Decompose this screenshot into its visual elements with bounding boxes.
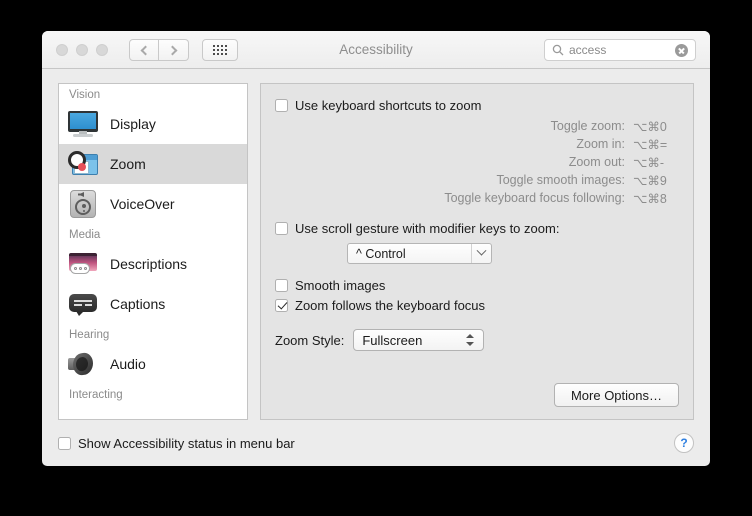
window-body: Vision Display Zoom VoiceOver Media Desc… (42, 69, 710, 420)
sidebar-group-hearing: Hearing (69, 329, 110, 341)
sidebar-item-label: Audio (110, 356, 146, 372)
sidebar-item-display[interactable]: Display (59, 104, 247, 144)
modifier-key-value: ^ Control (356, 246, 406, 261)
sidebar-item-label: Descriptions (110, 256, 188, 272)
search-input[interactable] (569, 43, 667, 57)
window-titlebar: Accessibility (42, 31, 710, 69)
smooth-images-row[interactable]: Smooth images (275, 278, 679, 293)
shortcut-keys: ⌥⌘= (633, 137, 668, 152)
shortcut-row: Toggle smooth images: ⌥⌘9 (275, 171, 679, 189)
show-status-menubar-checkbox[interactable] (58, 436, 71, 450)
shortcut-keys: ⌥⌘9 (633, 173, 667, 188)
shortcut-keys: ⌥⌘0 (633, 119, 667, 134)
chevron-down-icon[interactable] (471, 244, 491, 263)
sidebar-group-media: Media (69, 229, 101, 241)
search-field[interactable] (544, 39, 696, 61)
shortcut-keys: ⌥⌘- (633, 155, 665, 170)
shortcut-list: Toggle zoom: ⌥⌘0 Zoom in: ⌥⌘= Zoom out: … (275, 117, 679, 207)
sidebar-item-label: Captions (110, 296, 166, 312)
audio-speaker-icon (67, 348, 99, 380)
use-keyboard-shortcuts-checkbox[interactable] (275, 99, 288, 112)
sidebar-item-label: VoiceOver (110, 196, 175, 212)
zoom-settings-panel: Use keyboard shortcuts to zoom Toggle zo… (260, 83, 694, 420)
sidebar-item-audio[interactable]: Audio (59, 344, 247, 384)
shortcut-name: Toggle smooth images: (496, 173, 625, 187)
show-status-menubar-label: Show Accessibility status in menu bar (78, 435, 295, 451)
sidebar-item-zoom[interactable]: Zoom (59, 144, 247, 184)
help-button[interactable]: ? (674, 433, 694, 453)
shortcut-name: Toggle keyboard focus following: (444, 191, 625, 205)
zoom-style-popup-button[interactable]: Fullscreen (353, 329, 485, 351)
smooth-images-label: Smooth images (295, 278, 386, 293)
zoom-style-row: Zoom Style: Fullscreen (275, 329, 679, 351)
sidebar-group-interacting: Interacting (69, 389, 123, 401)
display-monitor-icon (67, 108, 99, 140)
shortcut-row: Toggle keyboard focus following: ⌥⌘8 (275, 189, 679, 207)
zoom-magnifier-icon (67, 148, 99, 180)
use-scroll-gesture-label: Use scroll gesture with modifier keys to… (295, 221, 560, 236)
sidebar-item-captions[interactable]: Captions (59, 284, 247, 324)
shortcut-name: Toggle zoom: (550, 119, 625, 133)
use-scroll-gesture-checkbox[interactable] (275, 222, 288, 235)
sidebar-item-label: Zoom (110, 156, 146, 172)
shortcut-row: Zoom out: ⌥⌘- (275, 153, 679, 171)
more-options-button[interactable]: More Options… (554, 383, 679, 407)
window-footer: Show Accessibility status in menu bar ? (42, 420, 710, 466)
shortcut-keys: ⌥⌘8 (633, 191, 667, 206)
voiceover-icon (67, 188, 99, 220)
zoom-follows-focus-label: Zoom follows the keyboard focus (295, 298, 486, 313)
shortcut-row: Zoom in: ⌥⌘= (275, 135, 679, 153)
zoom-follows-focus-row[interactable]: Zoom follows the keyboard focus (275, 298, 679, 313)
zoom-style-value: Fullscreen (362, 332, 423, 348)
system-preferences-window: Accessibility Vision Display (42, 31, 710, 466)
zoom-style-label: Zoom Style: (275, 332, 345, 348)
scroll-gesture-row[interactable]: Use scroll gesture with modifier keys to… (275, 221, 679, 236)
search-icon (552, 44, 564, 56)
captions-icon (67, 288, 99, 320)
sidebar-item-voiceover[interactable]: VoiceOver (59, 184, 247, 224)
modifier-key-dropdown[interactable]: ^ Control (347, 243, 492, 264)
smooth-images-checkbox[interactable] (275, 279, 288, 292)
shortcut-name: Zoom in: (576, 137, 625, 151)
category-sidebar: Vision Display Zoom VoiceOver Media Desc… (58, 83, 248, 420)
sidebar-item-label: Display (110, 116, 156, 132)
shortcut-name: Zoom out: (568, 155, 625, 169)
shortcut-row: Toggle zoom: ⌥⌘0 (275, 117, 679, 135)
zoom-follows-focus-checkbox[interactable] (275, 299, 288, 312)
keyboard-shortcuts-row[interactable]: Use keyboard shortcuts to zoom (275, 98, 679, 113)
use-keyboard-shortcuts-label: Use keyboard shortcuts to zoom (295, 98, 482, 113)
sidebar-group-vision: Vision (69, 89, 101, 101)
sidebar-item-descriptions[interactable]: Descriptions (59, 244, 247, 284)
clear-circle-icon[interactable] (675, 43, 688, 57)
up-down-arrows-icon (466, 333, 475, 347)
descriptions-icon (67, 248, 99, 280)
